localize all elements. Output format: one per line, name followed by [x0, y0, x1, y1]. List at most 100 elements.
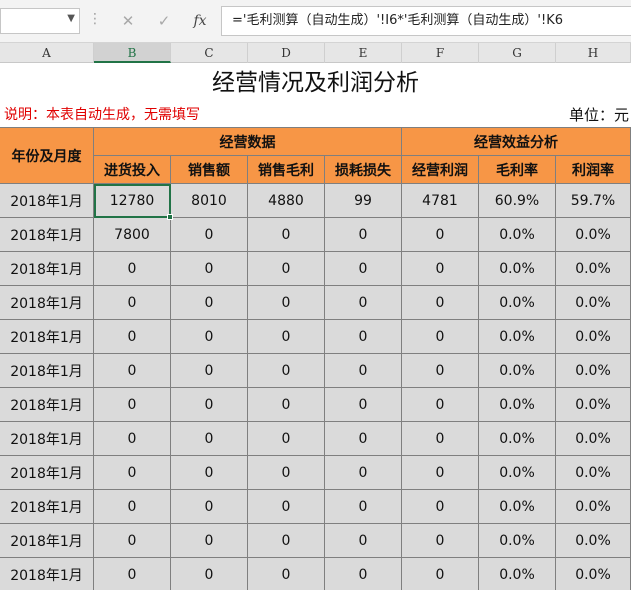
cell-gross-profit[interactable]: 0 [248, 456, 325, 490]
column-header-a[interactable]: A [0, 43, 94, 63]
cell-purchase-input[interactable]: 0 [94, 252, 171, 286]
cell-sales-amount[interactable]: 0 [171, 320, 248, 354]
cell-profit-margin[interactable]: 0.0% [556, 354, 631, 388]
cell-loss-damage[interactable]: 99 [325, 184, 402, 218]
cell-gross-profit[interactable]: 0 [248, 388, 325, 422]
formula-bar-grip-icon[interactable]: ⋮ [88, 12, 102, 26]
cell-gross-margin[interactable]: 0.0% [479, 558, 556, 590]
cell-sales-amount[interactable]: 0 [171, 286, 248, 320]
cell-purchase-input[interactable]: 0 [94, 388, 171, 422]
cell-operating-profit[interactable]: 0 [402, 558, 479, 590]
cell-period[interactable]: 2018年1月 [0, 286, 94, 320]
name-box-dropdown-icon[interactable]: ▼ [67, 13, 75, 24]
cell-period[interactable]: 2018年1月 [0, 558, 94, 590]
cell-gross-profit[interactable]: 0 [248, 354, 325, 388]
cell-gross-profit[interactable]: 0 [248, 524, 325, 558]
cell-purchase-input[interactable]: 0 [94, 286, 171, 320]
fill-handle[interactable] [167, 214, 173, 220]
cell-operating-profit[interactable]: 0 [402, 354, 479, 388]
cell-gross-margin[interactable]: 0.0% [479, 524, 556, 558]
cell-gross-margin[interactable]: 0.0% [479, 252, 556, 286]
cell-profit-margin[interactable]: 0.0% [556, 524, 631, 558]
cell-period[interactable]: 2018年1月 [0, 456, 94, 490]
cancel-icon[interactable]: ✕ [116, 10, 140, 32]
enter-icon[interactable]: ✓ [152, 10, 176, 32]
cell-profit-margin[interactable]: 0.0% [556, 252, 631, 286]
header-year-month[interactable]: 年份及月度 [0, 127, 94, 184]
cell-purchase-input[interactable]: 0 [94, 320, 171, 354]
cell-profit-margin[interactable]: 0.0% [556, 286, 631, 320]
header-gross-margin[interactable]: 毛利率 [479, 156, 556, 184]
cell-gross-margin[interactable]: 0.0% [479, 388, 556, 422]
cell-operating-profit[interactable]: 0 [402, 252, 479, 286]
cell-sales-amount[interactable]: 0 [171, 354, 248, 388]
cell-period[interactable]: 2018年1月 [0, 252, 94, 286]
cell-gross-profit[interactable]: 0 [248, 490, 325, 524]
cell-sales-amount[interactable]: 0 [171, 218, 248, 252]
cell-loss-damage[interactable]: 0 [325, 388, 402, 422]
cell-profit-margin[interactable]: 0.0% [556, 558, 631, 590]
cell-sales-amount[interactable]: 0 [171, 388, 248, 422]
column-header-b[interactable]: B [94, 43, 171, 63]
cell-loss-damage[interactable]: 0 [325, 558, 402, 590]
name-box[interactable]: ▼ [0, 8, 80, 34]
header-operating-profit[interactable]: 经营利润 [402, 156, 479, 184]
cell-profit-margin[interactable]: 0.0% [556, 388, 631, 422]
cell-period[interactable]: 2018年1月 [0, 422, 94, 456]
cell-purchase-input[interactable]: 0 [94, 456, 171, 490]
insert-function-icon[interactable]: fx [188, 10, 212, 32]
cell-gross-margin[interactable]: 60.9% [479, 184, 556, 218]
cell-operating-profit[interactable]: 0 [402, 388, 479, 422]
cell-sales-amount[interactable]: 8010 [171, 184, 248, 218]
cell-operating-profit[interactable]: 0 [402, 286, 479, 320]
cell-profit-margin[interactable]: 59.7% [556, 184, 631, 218]
cell-gross-margin[interactable]: 0.0% [479, 354, 556, 388]
cell-loss-damage[interactable]: 0 [325, 422, 402, 456]
cell-loss-damage[interactable]: 0 [325, 218, 402, 252]
cell-purchase-input[interactable]: 0 [94, 524, 171, 558]
header-profit-margin[interactable]: 利润率 [556, 156, 631, 184]
cell-period[interactable]: 2018年1月 [0, 320, 94, 354]
cell-purchase-input[interactable]: 12780 [94, 184, 171, 218]
cell-gross-margin[interactable]: 0.0% [479, 422, 556, 456]
cell-period[interactable]: 2018年1月 [0, 354, 94, 388]
cell-gross-margin[interactable]: 0.0% [479, 490, 556, 524]
cell-loss-damage[interactable]: 0 [325, 456, 402, 490]
cell-gross-profit[interactable]: 0 [248, 218, 325, 252]
cell-operating-profit[interactable]: 0 [402, 422, 479, 456]
cell-period[interactable]: 2018年1月 [0, 218, 94, 252]
cell-gross-profit[interactable]: 0 [248, 558, 325, 590]
cell-loss-damage[interactable]: 0 [325, 286, 402, 320]
cell-purchase-input[interactable]: 0 [94, 422, 171, 456]
column-header-c[interactable]: C [171, 43, 248, 63]
cell-operating-profit[interactable]: 0 [402, 524, 479, 558]
cell-sales-amount[interactable]: 0 [171, 422, 248, 456]
header-loss-damage[interactable]: 损耗损失 [325, 156, 402, 184]
cell-loss-damage[interactable]: 0 [325, 252, 402, 286]
cell-period[interactable]: 2018年1月 [0, 388, 94, 422]
cell-gross-profit[interactable]: 0 [248, 422, 325, 456]
cell-gross-profit[interactable]: 0 [248, 252, 325, 286]
formula-input[interactable]: ='毛利测算（自动生成）'!I6*'毛利测算（自动生成）'!K6 [221, 6, 631, 36]
cell-period[interactable]: 2018年1月 [0, 184, 94, 218]
cell-purchase-input[interactable]: 7800 [94, 218, 171, 252]
cell-purchase-input[interactable]: 0 [94, 490, 171, 524]
header-sales-amount[interactable]: 销售额 [171, 156, 248, 184]
cell-gross-margin[interactable]: 0.0% [479, 320, 556, 354]
cell-profit-margin[interactable]: 0.0% [556, 422, 631, 456]
cell-gross-profit[interactable]: 0 [248, 286, 325, 320]
column-header-g[interactable]: G [479, 43, 556, 63]
cell-purchase-input[interactable]: 0 [94, 558, 171, 590]
cell-operating-profit[interactable]: 0 [402, 320, 479, 354]
cell-sales-amount[interactable]: 0 [171, 558, 248, 590]
cell-loss-damage[interactable]: 0 [325, 490, 402, 524]
cell-purchase-input[interactable]: 0 [94, 354, 171, 388]
cell-loss-damage[interactable]: 0 [325, 524, 402, 558]
cell-sales-amount[interactable]: 0 [171, 252, 248, 286]
header-gross-profit[interactable]: 销售毛利 [248, 156, 325, 184]
cell-loss-damage[interactable]: 0 [325, 354, 402, 388]
cell-sales-amount[interactable]: 0 [171, 456, 248, 490]
header-group-efficiency[interactable]: 经营效益分析 [402, 127, 631, 156]
column-header-e[interactable]: E [325, 43, 402, 63]
cell-operating-profit[interactable]: 4781 [402, 184, 479, 218]
